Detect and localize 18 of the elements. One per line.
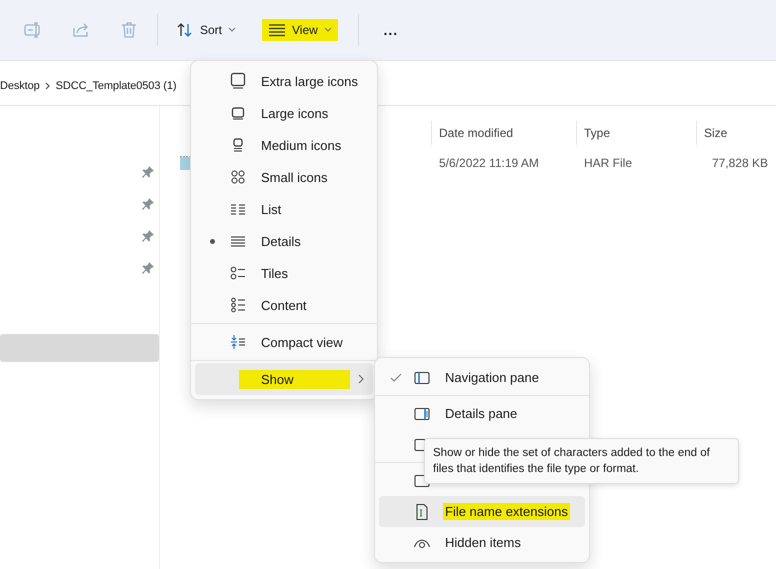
menu-item-label: Compact view — [260, 334, 344, 350]
menu-item-label: Tiles — [260, 264, 289, 282]
menu-item-label: Extra large icons — [260, 72, 359, 90]
menu-item-label: Show — [239, 370, 350, 388]
menu-item-label: List — [260, 200, 282, 218]
menu-item-label: Navigation pane — [444, 369, 540, 386]
menu-item-label: Large icons — [260, 104, 330, 122]
menu-item-label: Content — [260, 296, 308, 314]
table-cell-text: 5/6/2022 11:19 AM — [438, 156, 540, 170]
menu-item-label: Hidden items — [444, 534, 522, 551]
menu-item-label: Medium icons — [260, 136, 342, 154]
menu-item-label: Small icons — [260, 168, 328, 186]
table-cell-text: HAR File — [583, 156, 634, 170]
menu-item-label: File name extensions — [443, 503, 570, 520]
tooltip: Show or hide the set of characters added to the end of files that identifies the file type or format. — [424, 438, 739, 484]
table-cell-text: 77,828 KB — [710, 156, 769, 170]
menu-item-label: Details pane — [444, 405, 518, 422]
menu-item-label: Details — [260, 232, 302, 250]
